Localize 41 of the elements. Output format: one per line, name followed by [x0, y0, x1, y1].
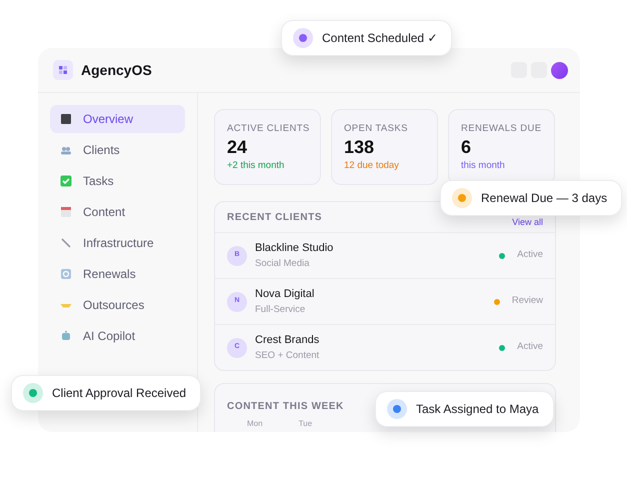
notification-text: Renewal Due — 3 days — [481, 190, 608, 207]
client-service: Full-Service — [255, 302, 306, 317]
view-all-link[interactable]: View all — [512, 216, 543, 230]
sidebar-item[interactable]: Renewals — [50, 260, 185, 288]
day-label: Tue — [298, 419, 312, 429]
day-label: Mon — [247, 419, 263, 429]
sidebar-item[interactable]: Clients — [50, 136, 185, 164]
sidebar-item[interactable]: Tasks — [50, 167, 185, 195]
stat-value: 24 — [227, 136, 248, 159]
client-name: Nova Digital — [255, 287, 314, 302]
client-name: Blackline Studio — [255, 241, 334, 256]
sidebar-item[interactable]: Infrastructure — [50, 229, 185, 257]
sidebar-item[interactable]: AI Copilot — [50, 322, 185, 350]
user-avatar[interactable] — [551, 62, 568, 78]
calendar-icon — [59, 205, 73, 219]
robot-icon — [59, 329, 73, 343]
stat-value: 138 — [344, 136, 376, 159]
stat-label: OPEN TASKS — [344, 122, 409, 136]
client-status: Active — [517, 340, 543, 354]
square-icon — [59, 112, 73, 126]
checkbox-icon — [59, 174, 73, 188]
sidebar-item[interactable]: Outsources — [50, 291, 185, 319]
stat-value: 6 — [461, 136, 472, 159]
sidebar-item[interactable]: Content — [50, 198, 185, 226]
stat-label: RENEWALS DUE — [461, 122, 542, 136]
client-name: Crest Brands — [255, 333, 320, 348]
client-status: Review — [512, 294, 543, 308]
client-service: Social Media — [255, 256, 310, 271]
notification-text: Content Scheduled ✓ — [322, 30, 438, 47]
stat-note: +2 this month — [227, 158, 286, 173]
stat-label: ACTIVE CLIENTS — [227, 122, 308, 136]
client-service: SEO + Content — [255, 348, 320, 363]
notification-text: Task Assigned to Maya — [416, 401, 539, 418]
notification-text: Client Approval Received — [52, 385, 186, 402]
stat-note: this month — [461, 158, 506, 173]
app-title: AgencyOS — [81, 60, 152, 80]
sidebar-item[interactable]: Overview — [50, 105, 185, 133]
panel-title: CONTENT THIS WEEK — [227, 401, 344, 412]
client-status: Active — [517, 248, 543, 262]
panel-title: RECENT CLIENTS — [227, 210, 322, 224]
stat-note: 12 due today — [344, 158, 400, 173]
